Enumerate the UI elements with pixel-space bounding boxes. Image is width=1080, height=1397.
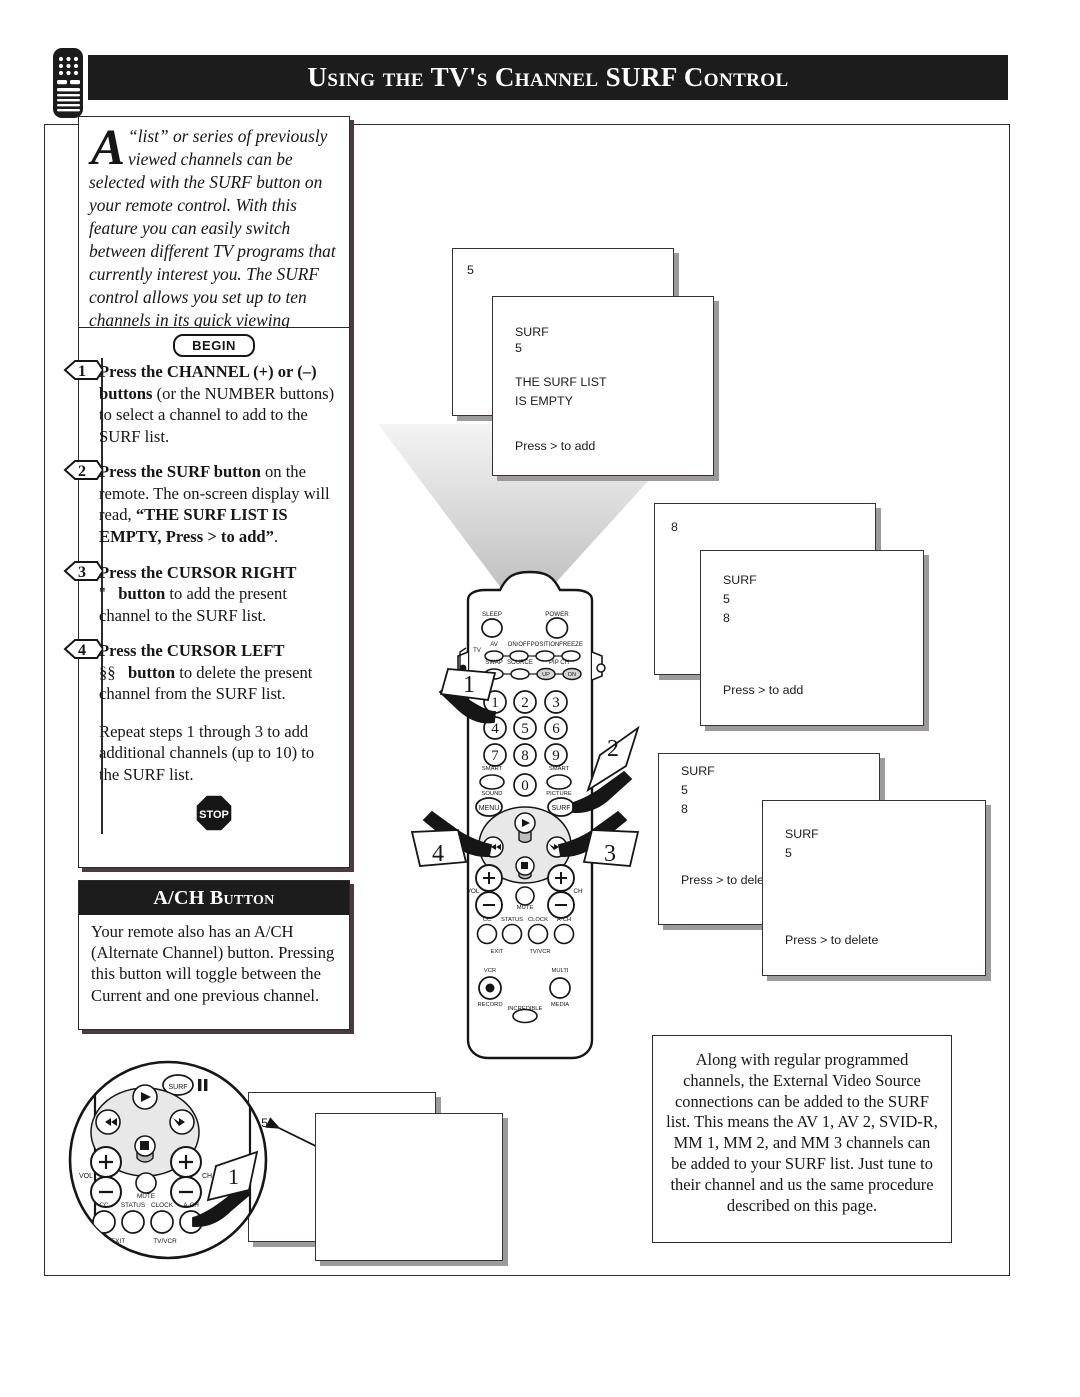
step-3: 3 Press the CURSOR RIGHT " button to add … [63, 560, 349, 627]
tv2-osd-hint: Press > to add [515, 439, 596, 453]
step-4-bold-mid: button [128, 662, 176, 682]
svg-text:3: 3 [78, 564, 86, 581]
tv5-osd-list: SURF 5 8 [681, 764, 715, 817]
inset-label-incredible: INCREDIBLE [129, 1285, 167, 1292]
step-3-number-marker: 3 [63, 560, 103, 582]
stop-sign-icon: STOP [195, 793, 233, 832]
step-3-bold-mid: button [118, 584, 166, 604]
step-4: 4 Press the CURSOR LEFT §§ button to dele… [63, 639, 349, 705]
step-2-period: . [273, 526, 279, 546]
tv-screen-surf-empty: SURF 5 THE SURF LIST IS EMPTY Press > to … [492, 296, 714, 476]
intro-card: A “list” or series of previously viewed c… [78, 116, 350, 353]
page-header-banner: Using the TV's Channel SURF Control [88, 55, 1008, 100]
step-4-number-marker: 4 [63, 638, 103, 660]
step-1: 1 Press the CHANNEL (+) or (–) buttons (… [63, 360, 349, 447]
tv6-osd-list: SURF 5 [785, 827, 819, 861]
tv2-osd-message: THE SURF LIST IS EMPTY [515, 375, 607, 409]
tv-screen-toggle-previous [315, 1113, 503, 1261]
step-2: 2 Press the SURF button on the remote. T… [63, 460, 349, 547]
step-3-cursor-glyph: " [99, 584, 106, 604]
step-2-number-marker: 2 [63, 459, 103, 481]
step-4-bold-lead: Press the CURSOR LEFT [99, 641, 285, 661]
external-video-source-note-text: Along with regular programmed channels, … [666, 1050, 938, 1215]
remote-control-icon [50, 47, 88, 119]
tv4-osd-list: SURF 5 8 [723, 573, 757, 626]
inset-label-media: MEDIA [180, 1294, 201, 1301]
tv-screen-surf-list-5-delete: SURF 5 Press > to delete [762, 800, 986, 976]
svg-text:1: 1 [78, 363, 86, 380]
page-title: Using the TV's Channel SURF Control [307, 62, 789, 92]
begin-badge: BEGIN [173, 334, 255, 357]
tv1-channel-number: 5 [467, 263, 474, 277]
inset-label-record: RECORD [91, 1294, 119, 1301]
tv6-osd-hint: Press > to delete [785, 933, 879, 947]
tv5-osd-hint: Press > to delete [681, 873, 775, 887]
svg-text:STOP: STOP [199, 809, 229, 821]
repeat-steps-note: Repeat steps 1 through 3 to add addition… [99, 721, 315, 784]
tv3-channel-number: 8 [671, 520, 678, 534]
ach-card-body: Your remote also has an A/CH (Alternate … [91, 922, 335, 1005]
tv4-osd-hint: Press > to add [723, 683, 804, 697]
step-3-bold-lead: Press the CURSOR RIGHT [99, 562, 297, 582]
tv-screen-surf-list-5-8-add: SURF 5 8 Press > to add [700, 550, 924, 726]
step-1-number-marker: 1 [63, 359, 103, 381]
intro-text: A “list” or series of previously viewed c… [79, 117, 349, 355]
ach-button-card: A/CH Button Your remote also has an A/CH… [78, 880, 350, 1030]
external-video-source-note-box: Along with regular programmed channels, … [652, 1035, 952, 1243]
tv2-osd-channel: 5 [515, 341, 522, 355]
svg-text:2: 2 [78, 463, 86, 480]
steps-card: BEGIN 1 Press the CHANNEL (+) or (–) but… [63, 328, 350, 868]
step-2-bold-lead: Press the SURF button [99, 462, 261, 482]
svg-text:4: 4 [78, 642, 86, 659]
step-4-cursor-glyph: §§ [99, 662, 116, 682]
intro-dropcap: A [91, 120, 126, 176]
ach-card-heading: A/CH Button [79, 881, 349, 915]
